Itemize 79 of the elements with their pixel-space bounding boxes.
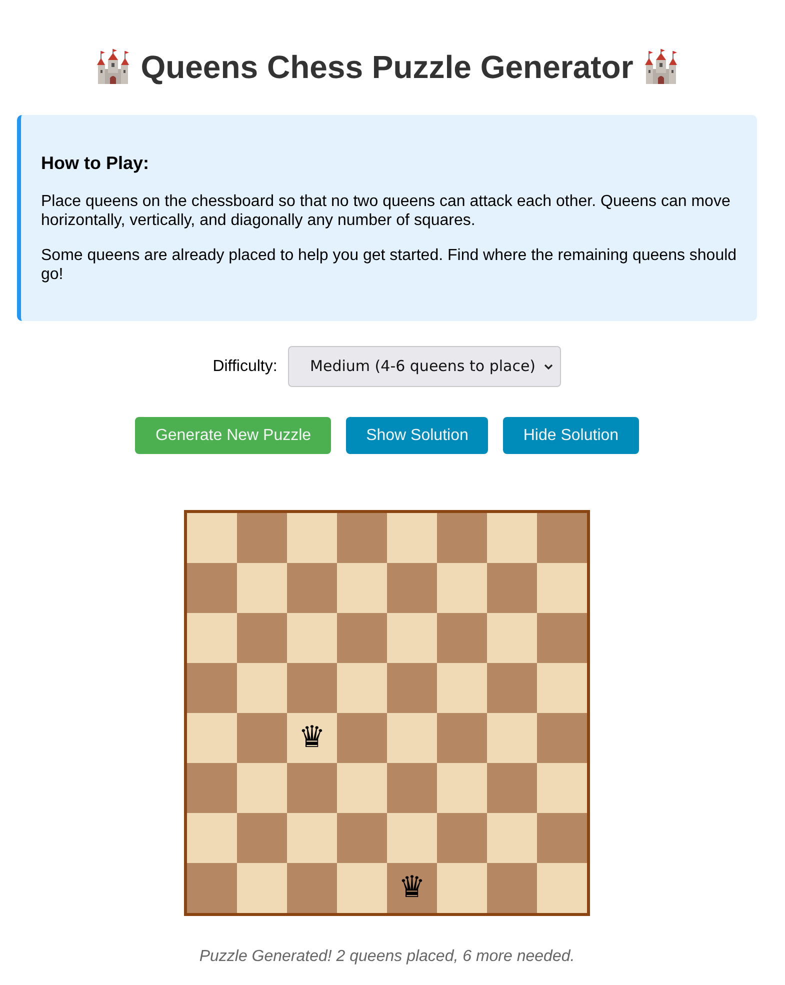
- board-square[interactable]: [337, 763, 387, 813]
- difficulty-select[interactable]: Medium (4-6 queens to place): [288, 346, 562, 387]
- board-square[interactable]: [537, 663, 587, 713]
- board-square[interactable]: [387, 663, 437, 713]
- board-square[interactable]: [437, 863, 487, 913]
- difficulty-label: Difficulty:: [212, 356, 278, 376]
- board-square[interactable]: [437, 713, 487, 763]
- board-square[interactable]: [487, 813, 537, 863]
- queen-piece: ♛: [298, 721, 326, 755]
- board-square[interactable]: ♛: [387, 863, 437, 913]
- board-square[interactable]: [237, 563, 287, 613]
- board-square[interactable]: [437, 663, 487, 713]
- board-square[interactable]: ♛: [287, 713, 337, 763]
- board-square[interactable]: [337, 663, 387, 713]
- board-square[interactable]: [387, 813, 437, 863]
- board-square[interactable]: [337, 863, 387, 913]
- board-square[interactable]: [437, 613, 487, 663]
- status-message: Puzzle Generated! 2 queens placed, 6 more needed.: [199, 947, 575, 966]
- board-square[interactable]: [337, 813, 387, 863]
- board-square[interactable]: [537, 813, 587, 863]
- board-square[interactable]: [187, 563, 237, 613]
- board-square[interactable]: [337, 513, 387, 563]
- board-square[interactable]: [337, 713, 387, 763]
- board-square[interactable]: [537, 513, 587, 563]
- board-square[interactable]: [487, 863, 537, 913]
- board-square[interactable]: [237, 513, 287, 563]
- board-square[interactable]: [287, 513, 337, 563]
- board-square[interactable]: [437, 813, 487, 863]
- board-square[interactable]: [537, 563, 587, 613]
- board-square[interactable]: [287, 563, 337, 613]
- difficulty-value: Medium (4-6 queens to place): [309, 356, 536, 378]
- board-square[interactable]: [187, 713, 237, 763]
- board-square[interactable]: [237, 663, 287, 713]
- castle-icon: [94, 49, 131, 85]
- action-button[interactable]: Show Solution: [346, 417, 488, 454]
- board-square[interactable]: [337, 563, 387, 613]
- instructions-heading: How to Play:: [41, 153, 150, 174]
- chevron-down-icon: [544, 364, 554, 370]
- board-square[interactable]: [237, 863, 287, 913]
- board-square[interactable]: [337, 613, 387, 663]
- board-square[interactable]: [437, 763, 487, 813]
- action-button[interactable]: Hide Solution: [503, 417, 639, 454]
- board-square[interactable]: [487, 713, 537, 763]
- board-square[interactable]: [437, 563, 487, 613]
- board-square[interactable]: [387, 713, 437, 763]
- board-square[interactable]: [487, 513, 537, 563]
- board-square[interactable]: [287, 813, 337, 863]
- board-square[interactable]: [387, 763, 437, 813]
- page-title: Queens Chess Puzzle Generator: [140, 48, 634, 86]
- board-square[interactable]: [537, 713, 587, 763]
- board-square[interactable]: [287, 663, 337, 713]
- board-square[interactable]: [537, 863, 587, 913]
- board-square[interactable]: [187, 813, 237, 863]
- board-square[interactable]: [437, 513, 487, 563]
- board-square[interactable]: [187, 863, 237, 913]
- queen-piece: ♛: [398, 871, 426, 905]
- board-square[interactable]: [287, 763, 337, 813]
- board-square[interactable]: [387, 613, 437, 663]
- board-square[interactable]: [287, 863, 337, 913]
- board-square[interactable]: [237, 713, 287, 763]
- board-square[interactable]: [537, 763, 587, 813]
- board-square[interactable]: [387, 513, 437, 563]
- board-square[interactable]: [237, 613, 287, 663]
- board-square[interactable]: [237, 763, 287, 813]
- castle-icon: [643, 49, 680, 85]
- board-square[interactable]: [387, 563, 437, 613]
- board-square[interactable]: [187, 663, 237, 713]
- board-square[interactable]: [187, 513, 237, 563]
- instructions-text: Some queens are already placed to help you get started. Find where the remaining queens should go!: [41, 246, 737, 284]
- board-square[interactable]: [287, 613, 337, 663]
- board-square[interactable]: [237, 813, 287, 863]
- board-square[interactable]: [487, 613, 537, 663]
- board-square[interactable]: [537, 613, 587, 663]
- board-square[interactable]: [487, 663, 537, 713]
- board-square[interactable]: [487, 763, 537, 813]
- board-square[interactable]: [187, 613, 237, 663]
- instructions-text: Place queens on the chessboard so that no two queens can attack each other. Queens can move horizontally, vertically, and diagonally any number of squares.: [41, 192, 732, 230]
- board-square[interactable]: [187, 763, 237, 813]
- board-square[interactable]: [487, 563, 537, 613]
